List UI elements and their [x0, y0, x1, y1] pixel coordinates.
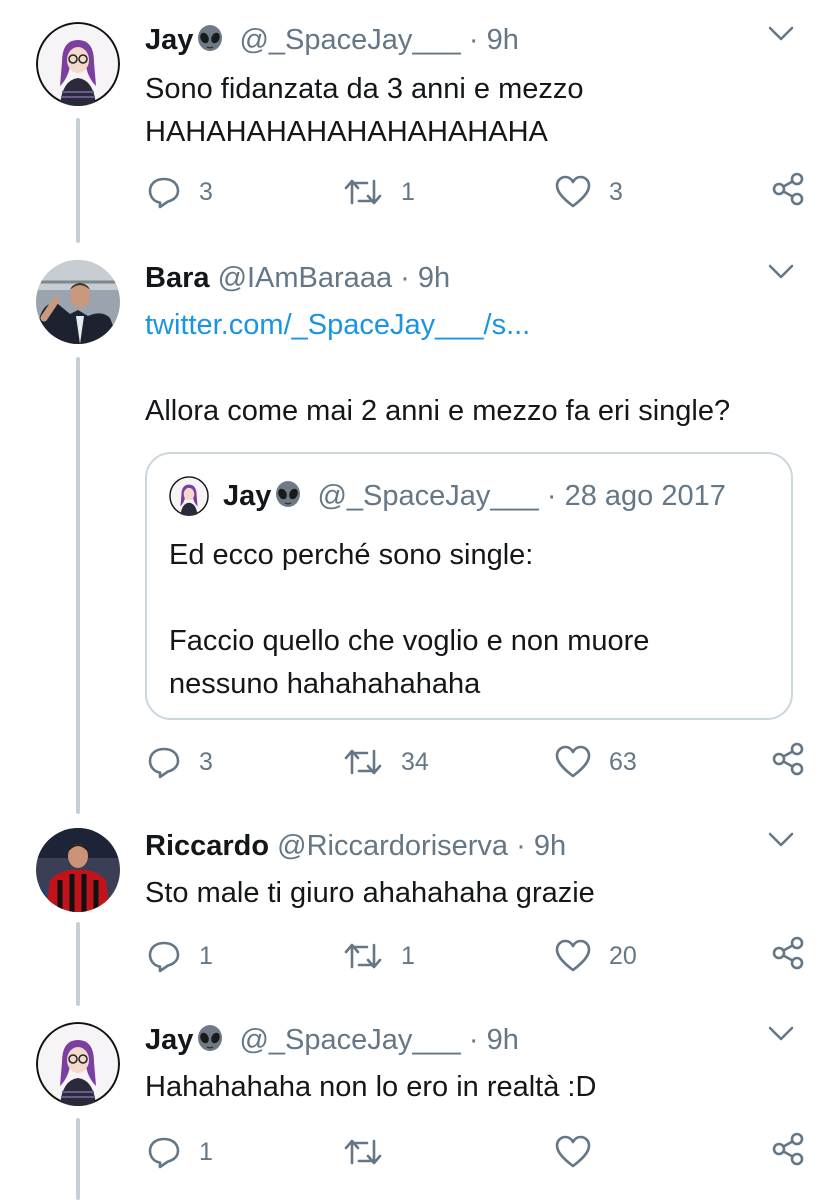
user-handle[interactable]: @IAmBaraaa: [218, 262, 393, 294]
retweet-count: 1: [401, 177, 415, 206]
quoted-header: Jay @_SpaceJay___ · 28 ago 2017: [223, 478, 726, 519]
timestamp[interactable]: 9h: [534, 830, 566, 862]
tweet-actions: 1: [145, 1132, 805, 1172]
like-button[interactable]: [555, 1132, 609, 1172]
reply-count: 1: [199, 1137, 213, 1166]
display-name[interactable]: Jay: [145, 1024, 193, 1056]
heart-icon: [555, 175, 591, 208]
avatar-riccardo[interactable]: [36, 828, 120, 912]
reply-icon: [148, 747, 180, 779]
separator-dot: ·: [468, 24, 479, 56]
like-button[interactable]: 20: [555, 936, 637, 976]
reply-button[interactable]: 1: [147, 1132, 213, 1172]
reply-button[interactable]: 1: [147, 936, 213, 976]
heart-icon: [555, 1135, 591, 1168]
retweet-button[interactable]: 34: [343, 742, 429, 782]
tweet[interactable]: Jay @_SpaceJay___ · 9h Hahahahaha non lo…: [0, 1022, 830, 1198]
tweet-header: Riccardo @Riccardoriserva · 9h: [145, 828, 566, 864]
tweet[interactable]: Bara @IAmBaraaa · 9h twitter.com/_SpaceJ…: [0, 260, 830, 800]
tweet-text: Hahahahaha non lo ero in realtà :D: [145, 1071, 597, 1103]
user-handle[interactable]: @_SpaceJay___: [239, 24, 460, 56]
timestamp[interactable]: 9h: [487, 24, 519, 56]
retweet-icon: [344, 179, 382, 205]
retweet-icon: [344, 749, 382, 775]
alien-emoji-icon: [273, 480, 303, 519]
tweet-actions: 3 1 3: [145, 172, 805, 212]
tweet-actions: 1 1 20: [145, 936, 805, 976]
quoted-handle: @_SpaceJay___: [317, 480, 539, 512]
tweet-header: Jay @_SpaceJay___ · 9h: [145, 22, 519, 58]
share-icon[interactable]: [771, 742, 805, 781]
like-button[interactable]: 3: [555, 172, 623, 212]
heart-icon: [555, 745, 591, 778]
separator-dot: ·: [468, 1024, 479, 1056]
reply-count: 1: [199, 941, 213, 970]
like-count: 20: [609, 941, 637, 970]
retweet-count: 1: [401, 941, 415, 970]
separator-dot: ·: [400, 262, 410, 294]
tweet-link[interactable]: twitter.com/_SpaceJay___/s...: [145, 304, 530, 347]
reply-button[interactable]: 3: [147, 742, 213, 782]
share-icon[interactable]: [771, 1132, 805, 1171]
avatar-jay[interactable]: [36, 22, 120, 106]
retweet-icon: [344, 943, 382, 969]
tweet-text: Sono fidanzata da 3 anni e mezzo HAHAHAH…: [145, 73, 584, 148]
reply-count: 3: [199, 747, 213, 776]
quoted-timestamp: 28 ago 2017: [564, 480, 726, 512]
like-count: 3: [609, 177, 623, 206]
heart-icon: [555, 939, 591, 972]
chevron-down-icon[interactable]: [768, 832, 794, 853]
tweet-text: Allora come mai 2 anni e mezzo fa eri si…: [145, 395, 731, 427]
timestamp[interactable]: 9h: [487, 1024, 519, 1056]
retweet-count: 34: [401, 747, 429, 776]
like-count: 63: [609, 747, 637, 776]
share-icon[interactable]: [771, 936, 805, 975]
tweet-header: Bara @IAmBaraaa · 9h: [145, 260, 450, 296]
tweet[interactable]: Riccardo @Riccardoriserva · 9h Sto male …: [0, 828, 830, 988]
reply-icon: [148, 1137, 180, 1169]
reply-button[interactable]: 3: [147, 172, 213, 212]
display-name[interactable]: Jay: [145, 24, 193, 56]
avatar-bara[interactable]: [36, 260, 120, 344]
quoted-text: Ed ecco perché sono single: Faccio quell…: [169, 539, 650, 700]
tweet-text: Sto male ti giuro ahahahaha grazie: [145, 877, 595, 909]
tweet[interactable]: Jay @_SpaceJay___ · 9h Sono fidanzata da…: [0, 22, 830, 222]
timestamp[interactable]: 9h: [418, 262, 450, 294]
avatar-jay[interactable]: [36, 1022, 120, 1106]
user-handle[interactable]: @Riccardoriserva: [277, 830, 508, 862]
chevron-down-icon[interactable]: [768, 264, 794, 285]
retweet-button[interactable]: 1: [343, 172, 415, 212]
retweet-button[interactable]: [343, 1132, 401, 1172]
separator-dot: ·: [516, 830, 526, 862]
like-button[interactable]: 63: [555, 742, 637, 782]
chevron-down-icon[interactable]: [768, 26, 794, 47]
quoted-avatar-jay: [169, 476, 209, 516]
quoted-display-name: Jay: [223, 480, 272, 512]
display-name[interactable]: Riccardo: [145, 830, 269, 862]
share-icon[interactable]: [771, 172, 805, 211]
alien-emoji-icon: [195, 1024, 225, 1063]
alien-emoji-icon: [195, 24, 225, 63]
quoted-tweet[interactable]: Jay @_SpaceJay___ · 28 ago 2017 Ed ecco …: [145, 452, 793, 720]
reply-icon: [148, 177, 180, 209]
user-handle[interactable]: @_SpaceJay___: [239, 1024, 460, 1056]
display-name[interactable]: Bara: [145, 262, 210, 294]
reply-icon: [148, 941, 180, 973]
retweet-button[interactable]: 1: [343, 936, 415, 976]
retweet-icon: [344, 1139, 382, 1165]
chevron-down-icon[interactable]: [768, 1026, 794, 1047]
tweet-actions: 3 34 63: [145, 742, 805, 782]
separator-dot: ·: [546, 480, 557, 512]
tweet-header: Jay @_SpaceJay___ · 9h: [145, 1022, 519, 1058]
reply-count: 3: [199, 177, 213, 206]
